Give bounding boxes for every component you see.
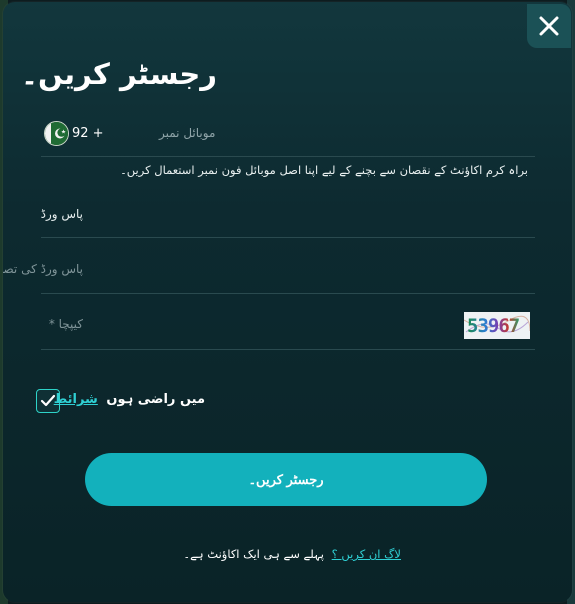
password-value: پاس ورڈ [40, 207, 83, 221]
login-row: لاگ ان کریں ؟ پہلے سے ہی ایک اکاؤنٹ ہے۔ [183, 547, 401, 561]
country-code: 92 + [72, 126, 104, 141]
captcha-image[interactable]: 53967 [464, 312, 530, 339]
close-icon [539, 16, 559, 36]
terms-link[interactable]: شرائط [54, 392, 98, 407]
close-button[interactable] [527, 4, 571, 48]
captcha-field[interactable]: کیپچا * 53967 [41, 307, 535, 350]
captcha-code: 53967 [467, 315, 520, 337]
pakistan-flag-icon[interactable] [44, 121, 69, 146]
register-button[interactable]: رجسٹر کریں۔ [85, 453, 487, 506]
terms-row: میں راضی ہوں شرائط [54, 392, 205, 407]
login-text: پہلے سے ہی ایک اکاؤنٹ ہے۔ [183, 547, 324, 561]
phone-field[interactable]: 92 + موبائل نمبر [41, 118, 535, 157]
confirm-password-field[interactable]: پاس ورڈ کی تصدیق کریں [3, 252, 535, 294]
register-modal: رجسٹر کریں۔ 92 + موبائل نمبر براہ کرم اک… [3, 2, 572, 602]
password-field[interactable]: پاس ورڈ [41, 197, 535, 238]
confirm-password-placeholder: پاس ورڈ کی تصدیق کریں [3, 262, 83, 276]
captcha-placeholder: کیپچا * [48, 317, 83, 331]
register-button-label: رجسٹر کریں۔ [248, 471, 324, 487]
modal-title: رجسٹر کریں۔ [21, 57, 217, 91]
phone-label: موبائل نمبر [159, 126, 216, 140]
terms-text: میں راضی ہوں [106, 392, 205, 407]
login-link[interactable]: لاگ ان کریں ؟ [332, 547, 401, 561]
phone-helper-text: براہ کرم اکاؤنٹ کے نقصان سے بچنے کے لیے … [120, 163, 528, 177]
